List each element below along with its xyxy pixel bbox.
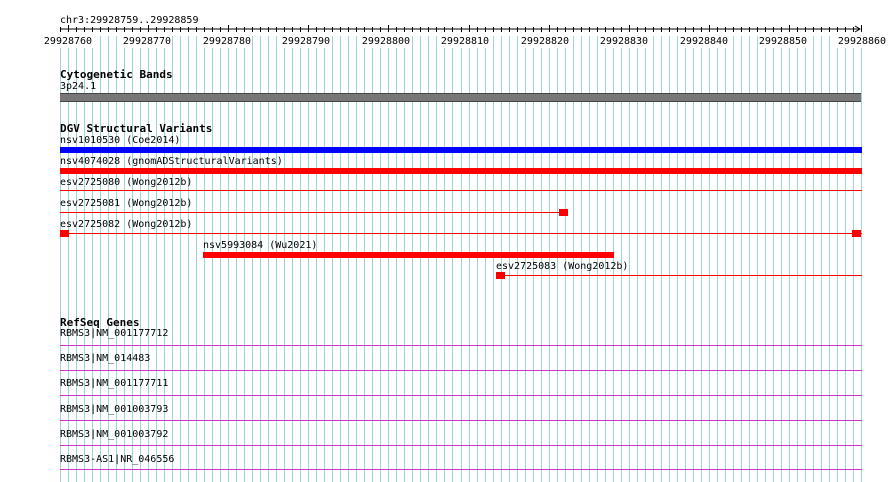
variant-label: esv2725080 (Wong2012b) (60, 177, 193, 188)
variant-line[interactable] (496, 275, 862, 276)
variant-bar[interactable] (60, 147, 862, 153)
gene-label: RBMS3|NM_001177711 (60, 378, 169, 389)
variant-label: nsv5993084 (Wu2021) (203, 240, 318, 251)
gene-label: RBMS3|NM_001003793 (60, 404, 169, 415)
variant-block[interactable] (496, 272, 505, 279)
variant-bar[interactable] (60, 168, 862, 174)
gene-line[interactable] (60, 469, 862, 470)
tick-label: 29928790 (280, 36, 332, 48)
variant-label: esv2725082 (Wong2012b) (60, 219, 193, 230)
tick-label: 29928810 (439, 36, 491, 48)
tick-label: 29928830 (598, 36, 650, 48)
gene-line[interactable] (60, 395, 862, 396)
ruler-axis (60, 25, 862, 33)
variant-label: nsv4074028 (gnomADStructuralVariants) (60, 156, 283, 167)
gene-line[interactable] (60, 370, 862, 371)
variant-line[interactable] (60, 190, 862, 191)
gene-label: RBMS3-AS1|NR_046556 (60, 454, 175, 465)
variant-label: nsv1010530 (Coe2014) (60, 135, 181, 146)
tick-label: 29928760 (42, 36, 94, 48)
variant-block[interactable] (559, 209, 568, 216)
cytoband-bar[interactable] (60, 93, 861, 102)
gene-line[interactable] (60, 345, 862, 346)
gene-line[interactable] (60, 420, 862, 421)
tick-label: 29928840 (678, 36, 730, 48)
gene-line[interactable] (60, 445, 862, 446)
variant-line[interactable] (60, 212, 560, 213)
tick-label: 29928820 (519, 36, 571, 48)
tick-label: 29928770 (121, 36, 173, 48)
gene-label: RBMS3|NM_001003792 (60, 429, 169, 440)
cytoband-label: 3p24.1 (60, 81, 97, 92)
tick-label: 29928780 (201, 36, 253, 48)
variant-label: esv2725081 (Wong2012b) (60, 198, 193, 209)
tick-label: 29928800 (360, 36, 412, 48)
gene-label: RBMS3|NM_001177712 (60, 328, 169, 339)
cytoband-track-title: Cytogenetic Bands (60, 68, 173, 81)
gene-label: RBMS3|NM_014483 (60, 353, 151, 364)
variant-block[interactable] (60, 230, 69, 237)
variant-line[interactable] (60, 233, 862, 234)
dgv-track-title: DGV Structural Variants (60, 122, 213, 135)
variant-block[interactable] (852, 230, 861, 237)
tick-label: 29928860 (836, 36, 888, 48)
variant-bar[interactable] (203, 252, 614, 258)
tick-label: 29928850 (757, 36, 809, 48)
genome-browser-view: chr3:29928759..29928859 29928760 2992877… (0, 0, 890, 482)
variant-label: esv2725083 (Wong2012b) (496, 261, 629, 272)
